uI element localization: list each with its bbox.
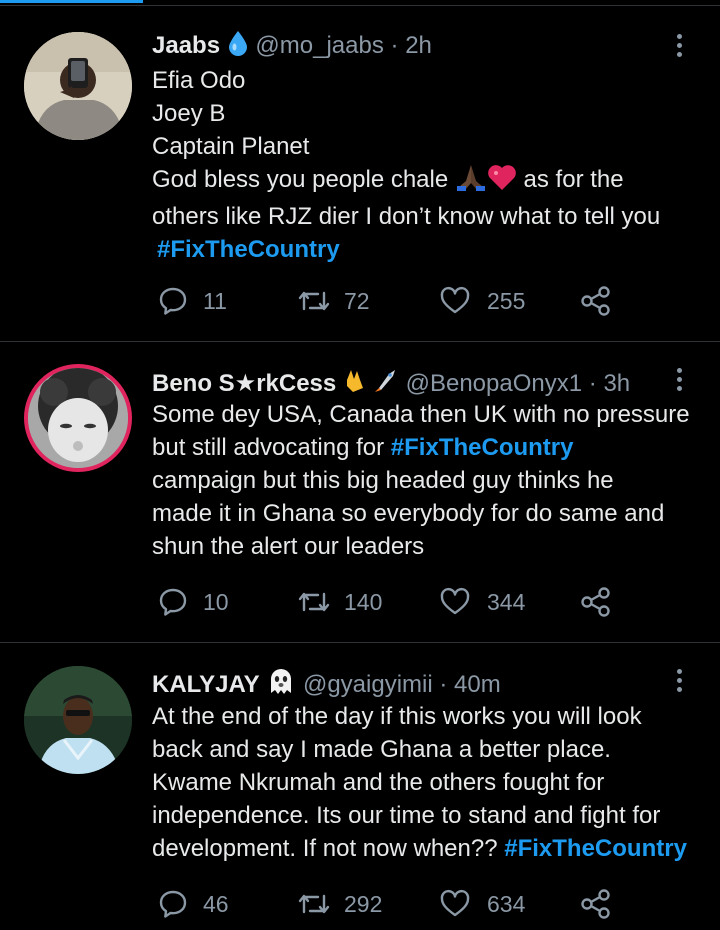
author-handle[interactable]: @mo_jaabs: [255, 32, 383, 59]
like-button[interactable]: 634: [439, 884, 525, 924]
author-name[interactable]: Jaabs: [152, 32, 220, 59]
tweet-text: Efia Odo Joey B Captain Planet God bless…: [152, 64, 712, 266]
reply-button[interactable]: 10: [157, 582, 229, 622]
tweet-kalyjay[interactable]: KALYJAY @gyaigyimii · 40m At the end of …: [0, 643, 720, 930]
share-icon: [581, 587, 610, 617]
text-line: campaign but this big headed guy thinks …: [152, 467, 614, 494]
author-handle[interactable]: @BenopaOnyx1: [406, 370, 582, 397]
text-line: God bless you people chale as for the: [152, 163, 712, 200]
reply-count: 11: [203, 287, 227, 314]
reply-icon: [159, 890, 187, 918]
text-segment: development. If not now when??: [152, 835, 505, 862]
tweet-actions: 46 292 634: [0, 884, 720, 924]
tweet-actions: 10 140 344: [0, 582, 720, 622]
like-count: 634: [487, 890, 526, 917]
text-line: back and say I made Ghana a better place…: [152, 736, 611, 763]
reply-count: 10: [203, 588, 229, 615]
text-line: #FixTheCountry: [157, 233, 712, 266]
retweet-count: 292: [344, 890, 383, 917]
text-segment: as for the: [516, 166, 624, 193]
more-options-icon[interactable]: [670, 365, 690, 395]
retweet-count: 140: [344, 588, 383, 615]
tweet-timestamp[interactable]: 3h: [603, 370, 630, 397]
author-name[interactable]: KALYJAY: [152, 671, 260, 698]
text-segment: God bless you people chale: [152, 166, 455, 193]
rock-hand-rocket-icon: [343, 366, 399, 402]
share-icon: [581, 889, 610, 919]
like-count: 255: [487, 287, 526, 314]
retweet-icon: [298, 894, 330, 914]
heart-icon: [440, 587, 470, 615]
tweet-jaabs[interactable]: Jaabs @mo_jaabs · 2h Efia Odo Joey B Cap…: [0, 0, 720, 342]
share-icon: [581, 286, 610, 316]
praying-hands-icon: [455, 163, 487, 200]
text-line: Some dey USA, Canada then UK with no pre…: [152, 401, 690, 428]
tweet-text: At the end of the day if this works you …: [152, 700, 712, 865]
retweet-icon: [298, 291, 330, 311]
text-line: independence. Its our time to stand and …: [152, 802, 661, 829]
author-name[interactable]: Beno S★rkCess: [152, 370, 336, 397]
tweet-actions: 11 72 255: [0, 281, 720, 321]
ghost-icon: [266, 667, 296, 703]
retweet-count: 72: [344, 287, 370, 314]
separator-dot: ·: [588, 370, 597, 397]
reply-button[interactable]: 11: [157, 281, 227, 321]
heart-icon: [440, 286, 470, 314]
text-line: made it in Ghana so everybody for do sam…: [152, 500, 665, 527]
separator-dot: ·: [439, 671, 448, 698]
retweet-button[interactable]: 140: [296, 582, 382, 622]
hashtag-link[interactable]: #FixTheCountry: [391, 434, 574, 461]
tweet-beno[interactable]: Beno S★rkCess @BenopaOnyx1 · 3h Some dey…: [0, 342, 720, 643]
separator-dot: ·: [390, 32, 399, 59]
retweet-icon: [298, 592, 330, 612]
tweet-timestamp[interactable]: 2h: [405, 32, 432, 59]
text-line: development. If not now when?? #FixTheCo…: [152, 832, 712, 865]
text-line: others like RJZ dier I don’t know what t…: [152, 203, 661, 230]
like-count: 344: [487, 588, 526, 615]
avatar-kalyjay[interactable]: [24, 666, 132, 774]
more-options-icon[interactable]: [670, 31, 690, 61]
share-button[interactable]: [580, 884, 612, 924]
text-line: but still advocating for #FixTheCountry: [152, 431, 712, 464]
text-line: Kwame Nkrumah and the others fought for: [152, 769, 605, 796]
like-button[interactable]: 344: [439, 582, 525, 622]
tweet-timestamp[interactable]: 40m: [454, 671, 501, 698]
retweet-button[interactable]: 72: [296, 281, 370, 321]
droplet-icon: [227, 30, 249, 64]
heart-icon: [440, 889, 470, 917]
like-button[interactable]: 255: [439, 281, 525, 321]
tweet-header: Beno S★rkCess @BenopaOnyx1 · 3h: [152, 366, 630, 402]
avatar-jaabs[interactable]: [24, 32, 132, 140]
share-button[interactable]: [580, 281, 612, 321]
tweet-header: KALYJAY @gyaigyimii · 40m: [152, 667, 501, 703]
reply-icon: [159, 287, 187, 315]
text-line: shun the alert our leaders: [152, 533, 425, 560]
tweet-text: Some dey USA, Canada then UK with no pre…: [152, 398, 712, 563]
text-segment: but still advocating for: [152, 434, 391, 461]
text-line: At the end of the day if this works you …: [152, 703, 642, 730]
text-line: Captain Planet: [152, 133, 310, 160]
share-button[interactable]: [580, 582, 612, 622]
retweet-button[interactable]: 292: [296, 884, 382, 924]
more-options-icon[interactable]: [670, 666, 690, 696]
hashtag-link[interactable]: #FixTheCountry: [157, 236, 340, 263]
author-handle[interactable]: @gyaigyimii: [303, 671, 433, 698]
reply-icon: [159, 588, 187, 616]
hashtag-link[interactable]: #FixTheCountry: [504, 835, 687, 862]
reply-count: 46: [203, 890, 229, 917]
tweet-header: Jaabs @mo_jaabs · 2h: [152, 30, 432, 64]
red-heart-icon: [487, 163, 517, 200]
text-line: Joey B: [152, 100, 226, 127]
text-line: Efia Odo: [152, 67, 246, 94]
reply-button[interactable]: 46: [157, 884, 229, 924]
avatar-beno[interactable]: [24, 364, 132, 472]
